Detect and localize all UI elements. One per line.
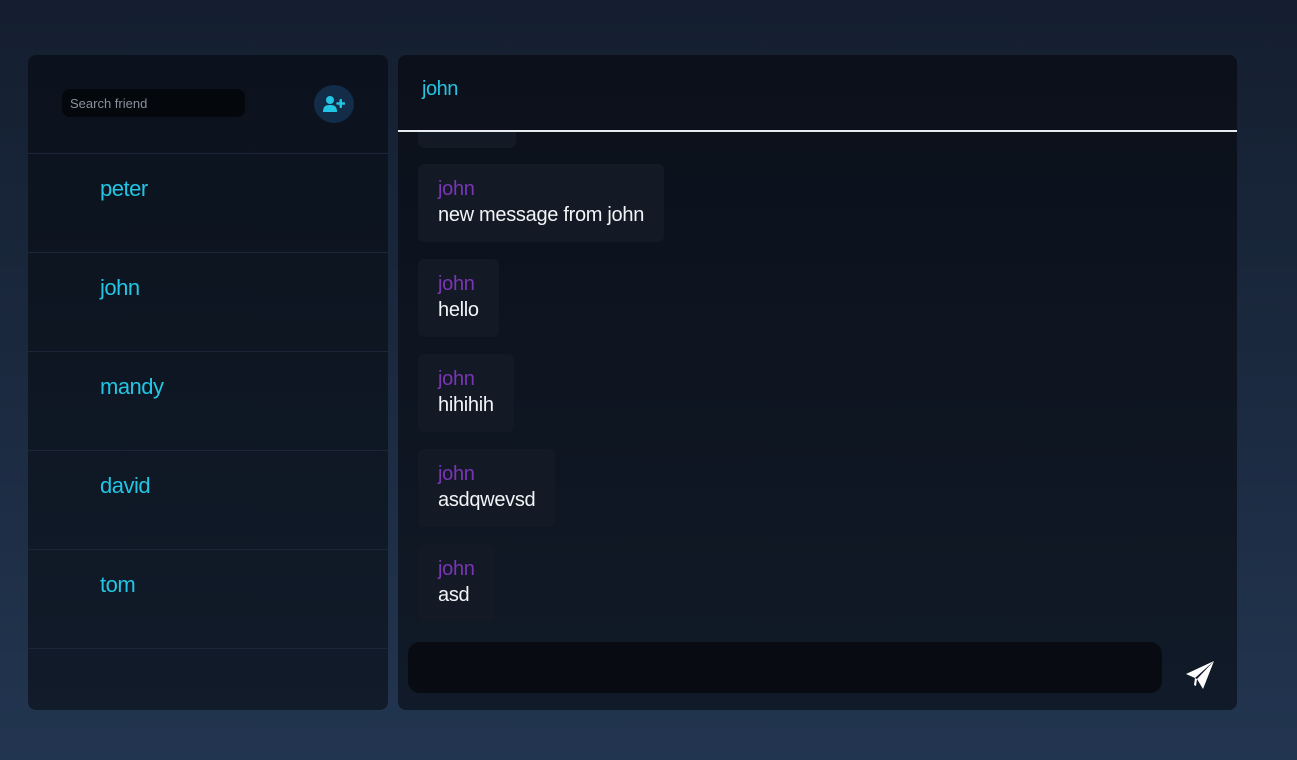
- friends-sidebar: peter john mandy david tom: [28, 55, 388, 710]
- sidebar-header: [28, 55, 388, 154]
- message-list[interactable]: john new message from john john hello jo…: [398, 132, 1237, 625]
- message-bubble-partial: [418, 132, 516, 148]
- message-bubble: john hello: [418, 259, 499, 337]
- message-text: new message from john: [438, 204, 645, 226]
- friend-item-david[interactable]: david: [28, 451, 388, 550]
- chat-header: john: [398, 55, 1237, 132]
- chat-panel: john john new message from john john hel…: [398, 55, 1237, 710]
- friend-list: peter john mandy david tom: [28, 154, 388, 649]
- message-bubble: john asd: [418, 544, 495, 622]
- friend-name: mandy: [100, 374, 164, 399]
- send-button[interactable]: [1184, 659, 1216, 691]
- friend-name: tom: [100, 572, 136, 597]
- friend-name: john: [100, 275, 140, 300]
- search-friend-input[interactable]: [62, 89, 245, 117]
- message-bubble: john new message from john: [418, 164, 665, 242]
- friend-item-tom[interactable]: tom: [28, 550, 388, 649]
- user-plus-icon: [323, 96, 345, 112]
- friend-item-mandy[interactable]: mandy: [28, 352, 388, 451]
- message-sender: john: [438, 558, 475, 580]
- message-text: hihihih: [438, 394, 494, 416]
- friend-item-peter[interactable]: peter: [28, 154, 388, 253]
- message-text: asdqwevsd: [438, 489, 536, 511]
- add-friend-button[interactable]: [314, 85, 354, 123]
- message-sender: john: [438, 368, 475, 390]
- paper-plane-icon: [1186, 661, 1214, 689]
- message-sender: john: [438, 273, 475, 295]
- chat-title: john: [422, 78, 458, 100]
- friend-name: david: [100, 473, 151, 498]
- message-text: hello: [438, 299, 479, 321]
- message-bubble: john asdqwevsd: [418, 449, 556, 527]
- friend-name: peter: [100, 176, 148, 201]
- message-sender: john: [438, 178, 475, 200]
- message-sender: john: [438, 463, 475, 485]
- message-text: asd: [438, 584, 470, 606]
- message-input[interactable]: [408, 642, 1162, 693]
- message-bubble: john hihihih: [418, 354, 514, 432]
- friend-item-john[interactable]: john: [28, 253, 388, 352]
